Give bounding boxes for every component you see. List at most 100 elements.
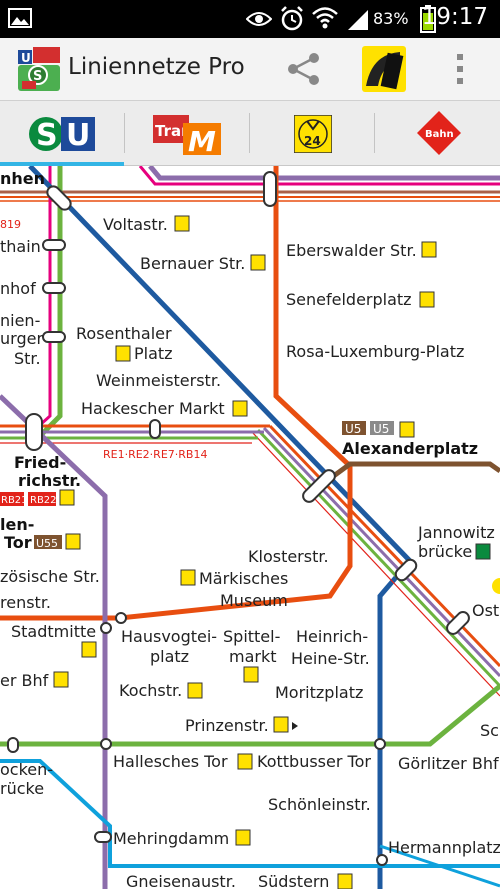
label-edge-zoesische: zösische Str.: [0, 567, 100, 586]
label-edge-renstr: renstr.: [0, 593, 51, 612]
badge-u55: U55: [36, 537, 58, 550]
map-canvas[interactable]: nhen 819 thain nhof nien- urger Str. Vol…: [0, 166, 500, 889]
label-kochstr: Kochstr.: [119, 681, 182, 700]
label-hallesches: Hallesches Tor: [113, 752, 228, 771]
label-edge-thain: thain: [0, 237, 41, 256]
label-hermann: Hermannplatz: [388, 838, 500, 857]
elevator-icon: [180, 569, 196, 586]
elevator-green-icon: [475, 543, 491, 560]
label-rosenthaler-2: Platz: [134, 344, 173, 363]
line-s-magenta: [28, 166, 52, 436]
station-marker-nordwest-2[interactable]: [42, 282, 66, 294]
label-hackescher: Hackescher Markt: [81, 399, 225, 418]
label-kottbusser: Kottbusser Tor: [257, 752, 371, 771]
badge-u5a: U5: [345, 422, 361, 436]
svg-text:S: S: [36, 118, 58, 153]
elevator-icon: [337, 873, 353, 889]
s-u-bahn-icon: S U: [29, 117, 95, 153]
label-eberswalder: Eberswalder Str.: [286, 241, 417, 260]
label-friedrich-1: Fried-: [14, 453, 66, 472]
elevator-icon: [115, 345, 131, 362]
label-spittel-2: markt: [229, 647, 277, 666]
line-top-magenta: [138, 166, 500, 186]
label-kloster: Klosterstr.: [248, 547, 329, 566]
svg-text:24: 24: [304, 134, 321, 148]
svg-text:Bahn: Bahn: [425, 129, 454, 140]
tram-metro-icon: Tram M: [153, 115, 221, 155]
label-rosenthaler-1: Rosenthaler: [76, 324, 172, 343]
station-marker-west[interactable]: [7, 737, 19, 753]
label-edge-urger: urger: [0, 329, 43, 348]
label-jannowitz-2: brücke: [418, 542, 472, 561]
station-marker-friedrichstr[interactable]: [25, 413, 43, 451]
wifi-icon: [312, 7, 338, 29]
elevator-icon: [235, 829, 251, 846]
label-edge-nhof: nhof: [0, 279, 36, 298]
label-hausvogtei-2: platz: [150, 647, 189, 666]
tab-s-u-bahn[interactable]: S U: [0, 101, 124, 166]
route-planner-icon[interactable]: [362, 46, 406, 92]
label-maerkisches-1: Märkisches: [199, 569, 288, 588]
label-spittel-1: Spittel-: [223, 627, 280, 646]
station-marker-nordwest-1[interactable]: [42, 239, 66, 251]
bahn-icon: Bahn: [417, 111, 461, 155]
elevator-icon: [81, 641, 97, 658]
label-voltastr: Voltastr.: [103, 215, 168, 234]
label-edge-nhen: nhen: [0, 169, 45, 188]
share-icon[interactable]: [286, 52, 322, 86]
tab-tram-metro[interactable]: Tram M: [125, 101, 249, 165]
station-marker-stadtmitte-2[interactable]: [115, 612, 127, 624]
station-marker-nordwest-3[interactable]: [42, 331, 66, 343]
eye-icon: [246, 12, 272, 26]
tab-bahn[interactable]: Bahn: [375, 101, 499, 165]
battery-percent: 83%: [373, 9, 409, 28]
elevator-icon: [53, 671, 69, 688]
elevator-icon: [273, 716, 289, 733]
station-marker-hackescher[interactable]: [149, 419, 161, 439]
arrow-right-icon: [292, 722, 298, 730]
alarm-icon: [281, 6, 303, 31]
badge-rb21: RB21: [1, 495, 28, 506]
label-ost: Ost: [472, 601, 499, 620]
label-hausvogtei-1: Hausvogtei-: [121, 627, 217, 646]
label-suedstern: Südstern: [258, 872, 329, 889]
network-map[interactable]: nhen 819 thain nhof nien- urger Str. Vol…: [0, 166, 500, 889]
station-marker-kottbusser[interactable]: [374, 738, 386, 750]
elevator-icon: [237, 753, 253, 770]
svg-text:U: U: [66, 118, 90, 153]
elevator-icon: [243, 666, 259, 683]
label-edge-nien: nien-: [0, 311, 40, 330]
label-alexanderplatz: Alexanderplatz: [342, 439, 478, 458]
line-u5: [318, 461, 500, 489]
label-edge-ocken: ocken-: [0, 760, 53, 779]
badge-rb22: RB22: [30, 495, 57, 506]
station-marker-hallesches[interactable]: [100, 738, 112, 750]
action-bar: U S Liniennetze Pro: [0, 38, 500, 101]
elevator-icon: [187, 682, 203, 699]
station-marker-hermannplatz[interactable]: [376, 854, 388, 866]
label-bernauer: Bernauer Str.: [140, 254, 245, 273]
elevator-icon: [419, 291, 435, 308]
label-heinrich-1: Heinrich-: [296, 627, 368, 646]
label-edge-len: len-: [0, 515, 34, 534]
overflow-menu-icon[interactable]: [452, 52, 468, 86]
svg-text:M: M: [188, 125, 216, 155]
app-title: Liniennetze Pro: [68, 54, 245, 80]
elevator-icon: [399, 421, 415, 438]
label-goerlitzer: Görlitzer Bhf: [398, 754, 499, 773]
label-rosa: Rosa-Luxemburg-Platz: [286, 342, 464, 361]
label-stadtmitte: Stadtmitte: [11, 622, 96, 641]
edge-marker-icon: [492, 578, 500, 594]
label-edge-tor: Tor: [4, 533, 32, 552]
station-marker-mehringdamm[interactable]: [94, 831, 112, 843]
label-moritz: Moritzplatz: [275, 683, 363, 702]
tab-night-24[interactable]: 24: [250, 101, 374, 165]
line-u1: [0, 684, 500, 747]
station-marker-eberswalder[interactable]: [263, 171, 277, 207]
line-u8: [28, 166, 414, 889]
elevator-icon: [174, 215, 190, 232]
station-marker-stadtmitte-1[interactable]: [100, 622, 112, 634]
app-logo-icon[interactable]: U S: [18, 47, 60, 91]
label-heinrich-2: Heine-Str.: [291, 649, 370, 668]
elevator-icon: [232, 400, 248, 417]
